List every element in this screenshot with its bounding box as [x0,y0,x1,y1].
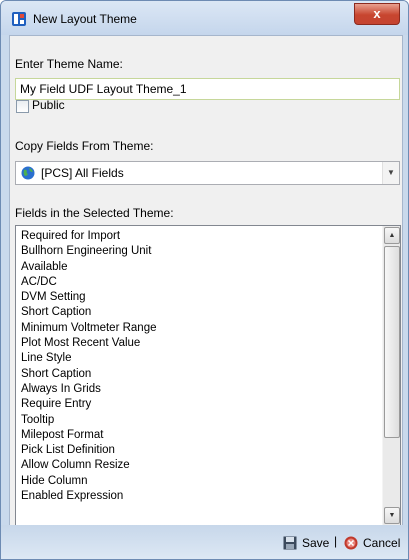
scroll-thumb[interactable] [384,246,400,438]
list-item[interactable]: AC/DC [21,275,381,290]
copy-from-value: [PCS] All Fields [41,166,124,180]
save-label: Save [302,536,330,550]
cancel-icon [344,536,358,550]
copy-from-dropdown[interactable]: [PCS] All Fields ▼ [15,161,400,185]
list-item[interactable]: Pick List Definition [21,443,381,458]
chevron-down-icon[interactable]: ▼ [382,162,399,184]
cancel-button[interactable]: Cancel [344,534,400,552]
title-bar[interactable]: New Layout Theme x [1,1,408,35]
list-item[interactable]: Minimum Voltmeter Range [21,321,381,336]
list-scrollbar[interactable]: ▲ ▼ [382,226,400,525]
list-item[interactable]: Short Caption [21,305,381,320]
close-button[interactable]: x [354,3,400,25]
save-icon [283,536,297,550]
public-checkbox[interactable] [16,100,29,113]
scroll-up-icon[interactable]: ▲ [384,227,400,244]
layout-theme-icon [12,12,26,26]
cancel-label: Cancel [363,536,401,550]
dialog-footer: Save | Cancel [1,525,408,559]
list-item[interactable]: DVM Setting [21,290,381,305]
list-item[interactable]: Short Caption [21,367,381,382]
window-title: New Layout Theme [33,12,137,26]
close-icon: x [373,6,381,21]
public-label: Public [32,98,65,112]
theme-name-label: Enter Theme Name: [15,57,123,71]
list-item[interactable]: Plot Most Recent Value [21,336,381,351]
fields-list: Required for Import Bullhorn Engineering… [21,229,381,504]
list-item[interactable]: Hide Column [21,474,381,489]
list-item[interactable]: Bullhorn Engineering Unit [21,244,381,259]
dialog-window: New Layout Theme x Enter Theme Name: My … [0,0,409,560]
list-item[interactable]: Require Entry [21,397,381,412]
theme-name-input[interactable]: My Field UDF Layout Theme_1 [15,78,400,100]
list-item[interactable]: Always In Grids [21,382,381,397]
list-item[interactable]: Required for Import [21,229,381,244]
list-item[interactable]: Tooltip [21,413,381,428]
button-separator: | [334,534,338,548]
list-item[interactable]: Available [21,260,381,275]
list-item[interactable]: Line Style [21,351,381,366]
list-item[interactable]: Allow Column Resize [21,458,381,473]
copy-from-label: Copy Fields From Theme: [15,139,154,153]
fields-label: Fields in the Selected Theme: [15,206,174,220]
list-item[interactable]: Milepost Format [21,428,381,443]
scroll-down-icon[interactable]: ▼ [384,507,400,524]
globe-icon [21,166,35,180]
save-button[interactable]: Save [283,534,329,552]
fields-listbox[interactable]: Required for Import Bullhorn Engineering… [15,225,401,526]
list-item[interactable]: Enabled Expression [21,489,381,504]
